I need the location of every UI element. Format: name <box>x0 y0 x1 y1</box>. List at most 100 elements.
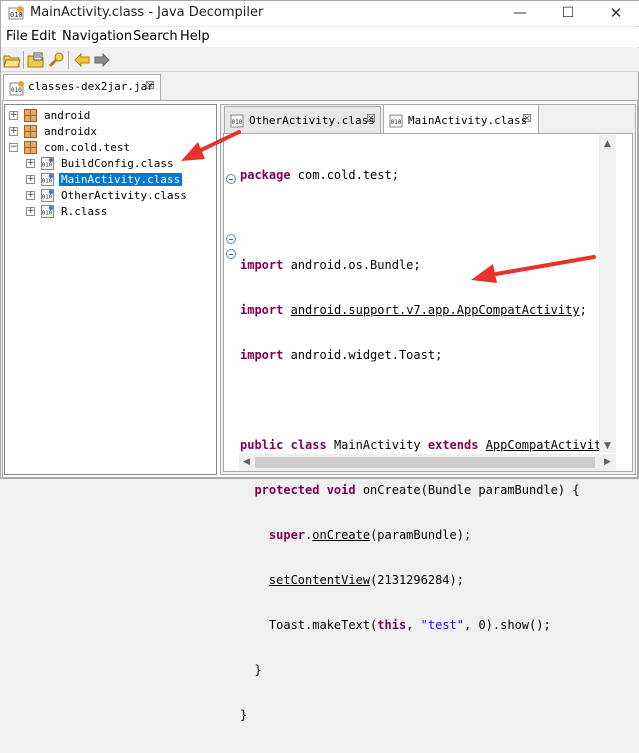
expand-icon[interactable]: + <box>9 127 18 136</box>
menu-help[interactable]: Help <box>180 29 210 44</box>
jar-tab-label: classes-dex2jar.jar <box>28 80 154 93</box>
java-decompiler-app-icon: 010 <box>8 6 24 20</box>
scroll-left-arrow-icon[interactable]: ◀ <box>243 457 250 467</box>
fold-class-icon[interactable] <box>226 234 236 244</box>
svg-text:010: 010 <box>232 119 243 126</box>
svg-text:010: 010 <box>42 195 52 201</box>
code-link[interactable]: setContentView <box>269 573 370 587</box>
code-string: "test" <box>420 618 464 632</box>
tree-item-label: OtherActivity.class <box>61 189 187 202</box>
tab-other-activity-close-icon[interactable]: ☒ <box>366 112 376 125</box>
jar-file-icon: 010 <box>9 81 24 96</box>
code-text: } <box>240 708 248 722</box>
class-file-icon: 010 <box>230 114 244 128</box>
code-keyword: import <box>240 348 284 362</box>
code-text: Toast.makeText( <box>268 618 378 632</box>
code-line: setContentView(2131296284); <box>240 573 609 588</box>
tab-main-activity-label: MainActivity.class <box>408 114 528 127</box>
tree-item-label: BuildConfig.class <box>61 157 174 170</box>
minimize-button[interactable]: — <box>497 1 543 26</box>
code-keyword: super <box>268 528 306 542</box>
open-type-icon[interactable] <box>27 51 45 69</box>
tab-main-activity-close-icon[interactable]: ☒ <box>522 112 532 125</box>
back-arrow-icon[interactable] <box>73 51 91 69</box>
code-text: , 0).show(); <box>464 618 551 632</box>
code-line: package com.cold.test; <box>240 168 609 183</box>
search-flashlight-icon[interactable] <box>47 51 65 69</box>
fold-imports-icon[interactable] <box>226 174 236 184</box>
toolbar-separator <box>68 51 69 69</box>
forward-arrow-icon[interactable] <box>93 51 111 69</box>
code-keyword: protected void <box>254 483 356 497</box>
scroll-up-arrow-icon[interactable]: ▲ <box>604 139 611 149</box>
vertical-scrollbar[interactable] <box>599 135 616 453</box>
code-line: Toast.makeText(this, "test", 0).show(); <box>240 618 609 633</box>
fold-method-icon[interactable] <box>226 249 236 259</box>
scroll-right-arrow-icon[interactable]: ▶ <box>604 457 611 467</box>
scroll-down-arrow-icon[interactable]: ▼ <box>604 441 611 451</box>
toolbar <box>1 48 639 72</box>
code-link[interactable]: android.support.v7.app.AppCompatActivity <box>291 303 580 317</box>
code-line: } <box>240 663 609 678</box>
code-link[interactable]: AppCompatActivity <box>486 438 609 452</box>
menu-file[interactable]: File <box>6 29 28 44</box>
app-window: 010 MainActivity.class - Java Decompiler… <box>0 0 639 722</box>
code-text: MainActivity <box>326 438 428 452</box>
code-keyword: public <box>240 438 284 452</box>
jar-tab-close-icon[interactable]: ☒ <box>145 79 155 92</box>
code-line: import android.widget.Toast; <box>240 348 609 363</box>
menu-edit[interactable]: Edit <box>31 29 56 44</box>
code-keyword: extends <box>427 438 479 452</box>
menu-search[interactable]: Search <box>133 29 178 44</box>
class-file-icon: 010 <box>41 157 54 170</box>
menu-navigation[interactable]: Navigation <box>62 29 132 44</box>
code-text: } <box>254 663 262 677</box>
code-link[interactable]: onCreate <box>312 528 370 542</box>
code-line: } <box>240 708 609 723</box>
code-text: com.cold.test; <box>290 168 399 182</box>
collapse-icon[interactable]: − <box>9 143 18 152</box>
expand-icon[interactable]: + <box>26 159 35 168</box>
code-keyword: import <box>240 258 284 272</box>
tab-other-activity-label: OtherActivity.class <box>249 114 375 127</box>
tree-item-label: R.class <box>61 205 108 218</box>
open-folder-icon[interactable] <box>3 51 21 69</box>
decompiled-source: package com.cold.test; import android.os… <box>240 138 609 753</box>
tab-classes-jar[interactable]: 010 classes-dex2jar.jar ☒ <box>3 74 161 100</box>
code-text: onCreate(Bundle paramBundle) { <box>355 483 580 497</box>
code-line: super.onCreate(paramBundle); <box>268 528 472 542</box>
code-line: protected void onCreate(Bundle paramBund… <box>240 483 609 498</box>
expand-icon[interactable]: + <box>26 207 35 216</box>
package-icon <box>24 125 37 138</box>
tab-main-activity[interactable]: 010 MainActivity.class ☒ <box>383 104 539 134</box>
code-text: ; <box>579 303 587 317</box>
expand-icon[interactable]: + <box>26 175 35 184</box>
tree-item-label: android <box>44 109 91 122</box>
window-title: MainActivity.class - Java Decompiler <box>30 5 264 20</box>
svg-text:010: 010 <box>10 11 23 19</box>
code-text: android.os.Bundle; <box>283 258 421 272</box>
maximize-button[interactable]: ☐ <box>545 1 591 26</box>
class-file-icon: 010 <box>41 189 54 202</box>
code-line: public class MainActivity extends AppCom… <box>240 438 609 453</box>
expand-icon[interactable]: + <box>26 191 35 200</box>
code-line: import android.support.v7.app.AppCompatA… <box>240 303 609 318</box>
svg-text:010: 010 <box>42 211 52 217</box>
class-file-icon: 010 <box>41 205 54 218</box>
tab-other-activity[interactable]: 010 OtherActivity.class ☒ <box>224 106 381 133</box>
code-text: android.widget.Toast; <box>283 348 443 362</box>
svg-text:010: 010 <box>42 163 52 169</box>
code-text: , <box>406 618 421 632</box>
close-window-button[interactable]: ✕ <box>593 1 639 26</box>
horizontal-scroll-thumb[interactable] <box>255 457 595 468</box>
code-keyword: this <box>377 618 407 632</box>
package-icon <box>24 141 37 154</box>
title-bar: 010 MainActivity.class - Java Decompiler… <box>1 1 639 26</box>
code-keyword: class <box>290 438 327 452</box>
menu-bar: File Edit Navigation Search Help <box>1 27 639 47</box>
code-text: (paramBundle); <box>370 528 472 542</box>
expand-icon[interactable]: + <box>9 111 18 120</box>
package-icon <box>24 109 37 122</box>
